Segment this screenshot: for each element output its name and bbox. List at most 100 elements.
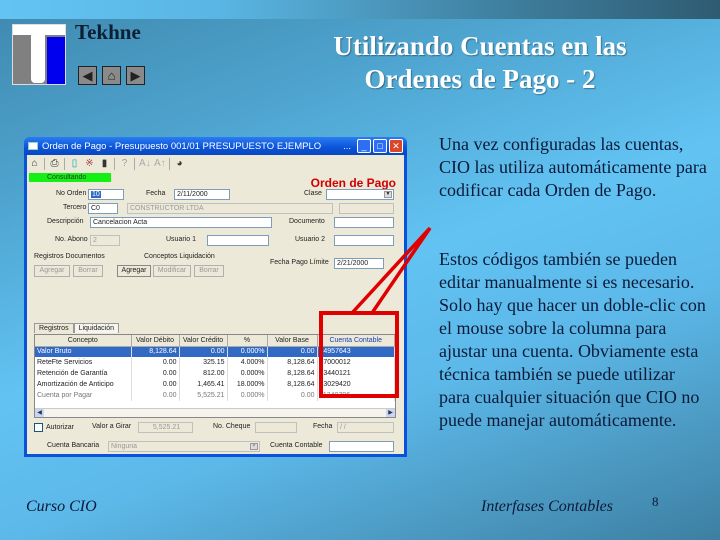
toolbar-separator: [114, 157, 115, 170]
open-icon[interactable]: ⌂: [29, 158, 40, 169]
no-abono-label: No. Abono: [55, 236, 88, 243]
cell-valor-debito: 8,128.64: [131, 346, 180, 357]
no-cheque-label: No. Cheque: [213, 423, 251, 430]
fecha-pago-label: Fecha Pago Límite: [270, 259, 329, 266]
body-paragraph-2: Estos códigos también se pueden editar m…: [439, 249, 706, 430]
close-button[interactable]: ✕: [389, 139, 403, 153]
cell-valor-base: 8,128.64: [267, 357, 318, 368]
usuario2-field[interactable]: [334, 235, 394, 246]
tercero-code-field[interactable]: C0: [88, 203, 118, 214]
orden-de-pago-window: Orden de Pago - Presupuesto 001/01 PRESU…: [24, 137, 407, 457]
cell-valor-base: 0.00: [267, 390, 318, 401]
new-icon[interactable]: ▯: [69, 158, 80, 169]
col-porcentaje[interactable]: %: [227, 335, 268, 347]
cell-concepto: Retención de Garantía: [35, 368, 132, 379]
registros-agregar-button[interactable]: Agregar: [34, 265, 70, 277]
clase-dropdown[interactable]: ▼: [326, 189, 394, 200]
triangle-left-icon: ◀: [82, 68, 93, 83]
status-indicator: Consultando: [29, 173, 111, 182]
sort-desc-icon[interactable]: A↑: [154, 158, 166, 169]
footer-course: Curso CIO: [26, 498, 97, 515]
help-icon[interactable]: ?: [119, 158, 130, 169]
cell-porcentaje: 0.000%: [227, 368, 268, 379]
delete-mark-icon[interactable]: ※: [84, 158, 95, 169]
trash-icon[interactable]: ▮: [99, 158, 110, 169]
minimize-button[interactable]: _: [357, 139, 371, 153]
documento-label: Documento: [289, 218, 325, 225]
documento-field[interactable]: [334, 217, 394, 228]
registros-borrar-button[interactable]: Borrar: [73, 265, 103, 277]
col-valor-debito[interactable]: Valor Débito: [131, 335, 180, 347]
cell-concepto: Cuenta por Pagar: [35, 390, 132, 401]
slide-title-line2: Ordenes de Pago - 2: [364, 64, 596, 94]
fecha-pago-field[interactable]: 2/21/2000: [334, 258, 384, 269]
fecha-label: Fecha: [146, 190, 166, 197]
cell-valor-credito: 1,465.41: [179, 379, 228, 390]
cuenta-contable-highlight: [319, 311, 399, 398]
tekhne-logo: [12, 24, 66, 85]
toolbar: ⌂ ⎙ ▯ ※ ▮ ? A↓ A↑ ◕: [27, 155, 404, 172]
page-number: 8: [652, 494, 659, 509]
fecha-field[interactable]: 2/11/2000: [174, 189, 230, 200]
cell-valor-debito: 0.00: [131, 357, 180, 368]
slide-nav: ◀ ⌂ ▶: [78, 66, 145, 85]
toolbar-separator: [169, 157, 170, 170]
cell-valor-debito: 0.00: [131, 390, 180, 401]
brand-name: Tekhne: [75, 20, 141, 44]
sort-asc-icon[interactable]: A↓: [139, 158, 151, 169]
cell-valor-credito: 325.15: [179, 357, 228, 368]
conceptos-agregar-button[interactable]: Agregar: [117, 265, 151, 277]
next-slide-button[interactable]: ▶: [126, 66, 145, 85]
cuenta-contable-field[interactable]: [329, 441, 394, 452]
tercero-label: Tercero: [63, 204, 87, 211]
form-title: Orden de Pago: [310, 176, 396, 190]
cell-valor-debito: 0.00: [131, 379, 180, 390]
chevron-down-icon: ▼: [250, 443, 258, 450]
scroll-right-icon[interactable]: ▶: [386, 409, 395, 417]
registros-documentos-label: Registros Documentos: [34, 253, 105, 260]
cell-porcentaje: 4.000%: [227, 357, 268, 368]
prev-slide-button[interactable]: ◀: [78, 66, 97, 85]
scroll-left-icon[interactable]: ◀: [35, 409, 44, 417]
valor-girar-field: 5,525.21: [138, 422, 193, 433]
toolbar-separator: [64, 157, 65, 170]
usuario1-label: Usuario 1: [166, 236, 196, 243]
cuenta-contable-label: Cuenta Contable: [270, 442, 323, 449]
usuario1-field[interactable]: [207, 235, 269, 246]
no-abono-field: 2: [90, 235, 120, 246]
conceptos-modificar-button[interactable]: Modificar: [153, 265, 191, 277]
cell-valor-debito: 0.00: [131, 368, 180, 379]
maximize-button[interactable]: □: [373, 139, 387, 153]
home-button[interactable]: ⌂: [102, 66, 121, 85]
col-valor-credito[interactable]: Valor Crédito: [179, 335, 228, 347]
tab-registros[interactable]: Registros: [34, 323, 74, 333]
cell-valor-credito: 0.00: [179, 346, 228, 357]
tab-liquidacion[interactable]: Liquidación: [73, 323, 119, 333]
close-icon: ✕: [392, 140, 400, 151]
toolbar-separator: [44, 157, 45, 170]
print-icon[interactable]: ⎙: [49, 158, 60, 169]
view-icon[interactable]: ◕: [174, 158, 185, 169]
col-concepto[interactable]: Concepto: [35, 335, 132, 347]
cuenta-bancaria-dropdown: Ninguna ▼: [108, 441, 260, 452]
descripcion-label: Descripción: [47, 218, 84, 225]
minimize-icon: _: [361, 141, 367, 151]
descripcion-field[interactable]: Cancelacion Acta: [90, 217, 272, 228]
maximize-icon: □: [377, 141, 383, 151]
cell-porcentaje: 0.000%: [227, 390, 268, 401]
fecha2-label: Fecha: [313, 423, 333, 430]
no-orden-field[interactable]: 10: [88, 189, 124, 200]
toolbar-separator: [134, 157, 135, 170]
horizontal-scrollbar[interactable]: ◀ ▶: [35, 408, 395, 417]
autorizar-checkbox[interactable]: [34, 423, 43, 432]
body-paragraph-1: Una vez configuradas las cuentas, CIO la…: [439, 134, 707, 200]
conceptos-borrar-button[interactable]: Borrar: [194, 265, 224, 277]
conceptos-liquidacion-label: Conceptos Liquidación: [144, 253, 215, 260]
chevron-down-icon: ▼: [384, 191, 392, 198]
col-valor-base[interactable]: Valor Base: [267, 335, 318, 347]
autorizar-label: Autorizar: [46, 424, 75, 431]
window-title: Orden de Pago - Presupuesto 001/01 PRESU…: [42, 140, 322, 152]
clase-label: Clase: [304, 190, 322, 197]
slide-title: Utilizando Cuentas en las Ordenes de Pag…: [290, 30, 670, 96]
top-band: [0, 0, 720, 19]
